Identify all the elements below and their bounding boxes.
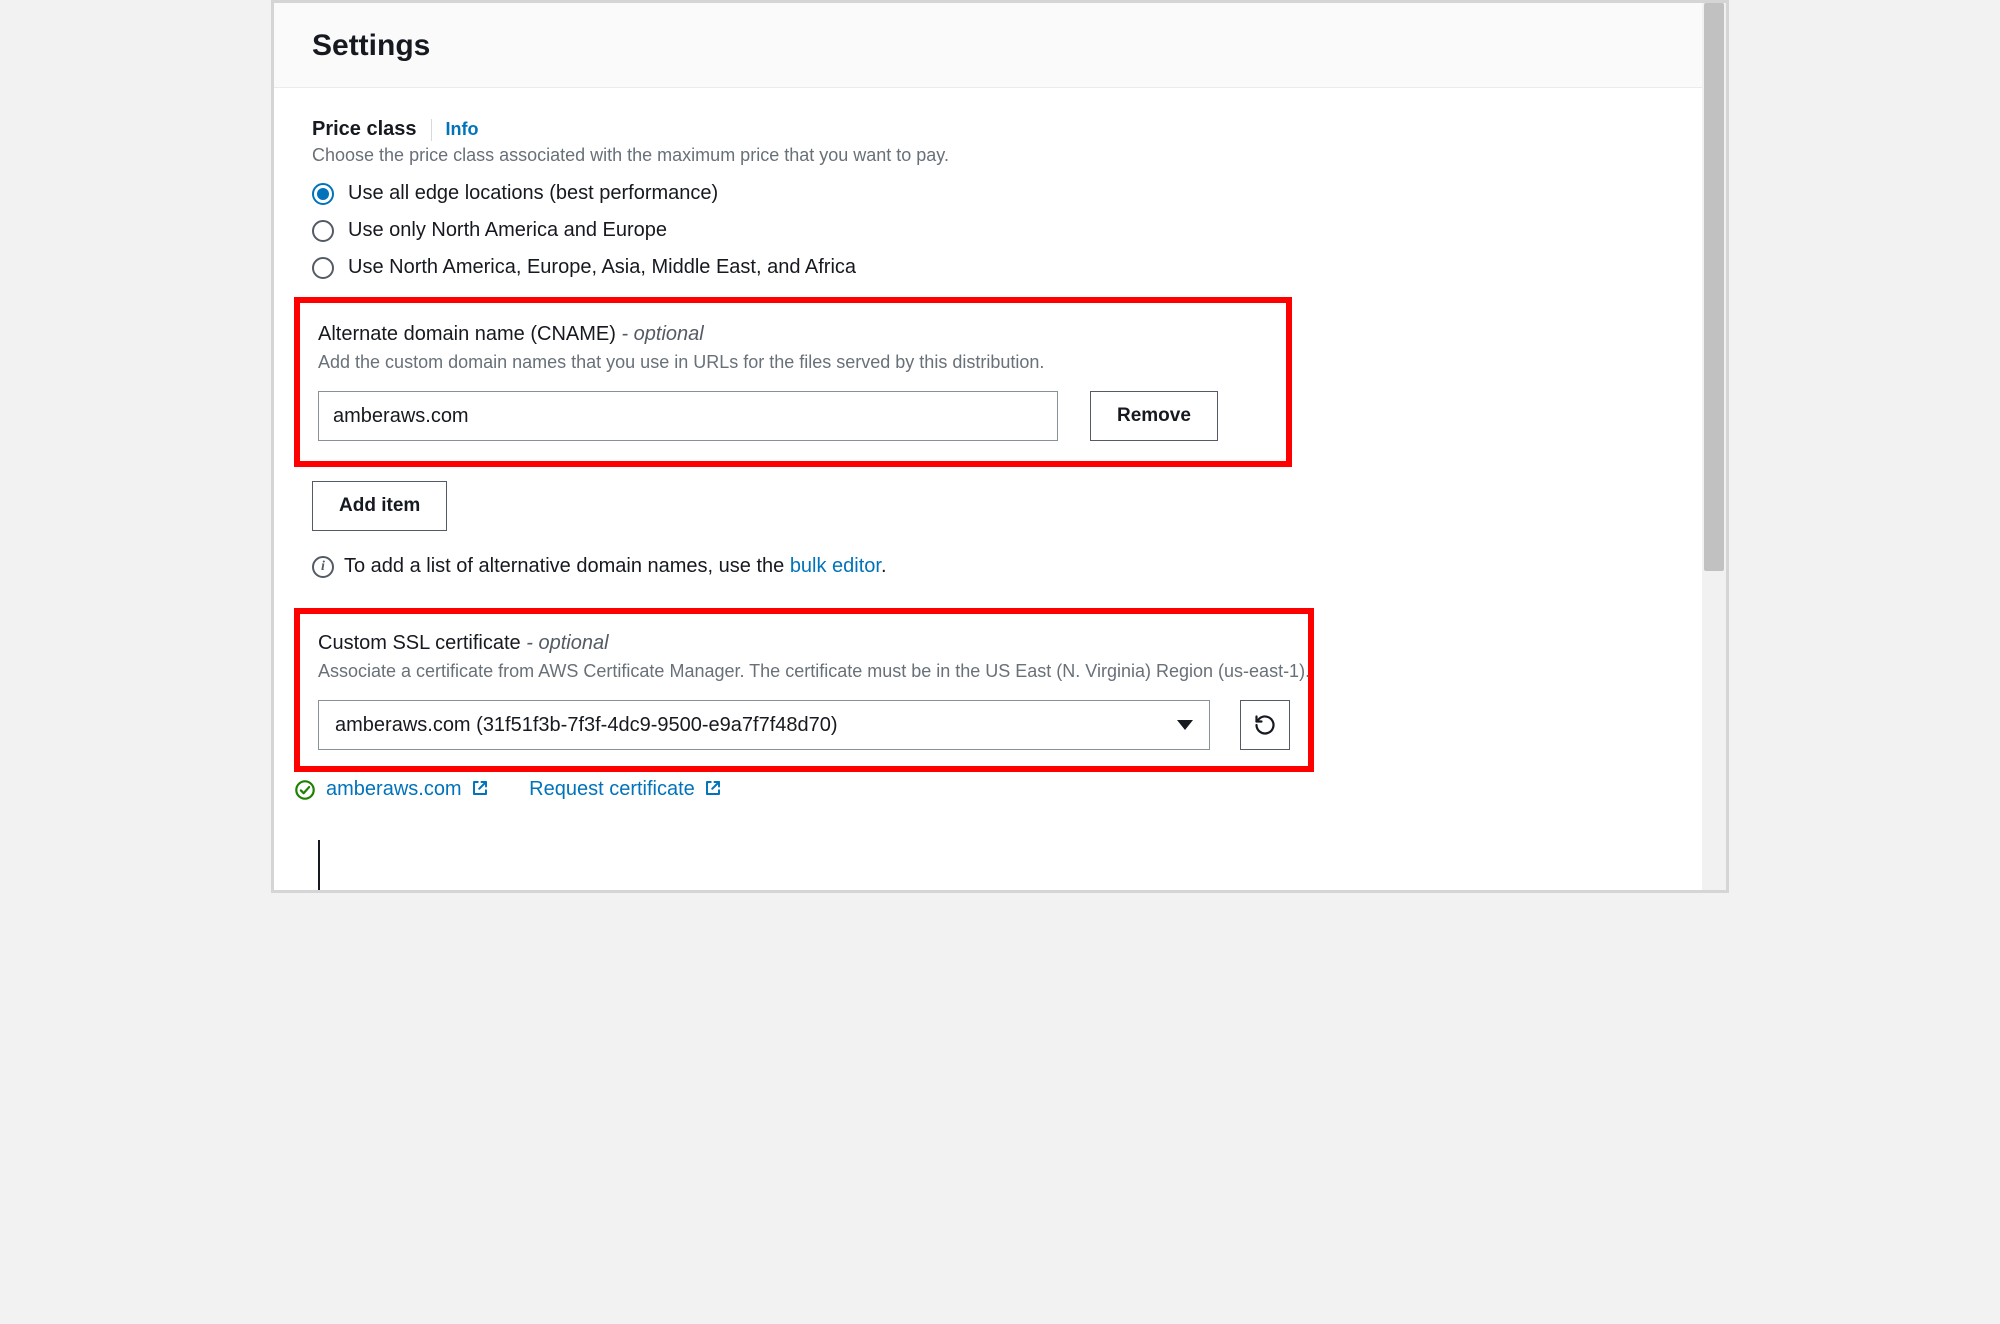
price-class-radio-group: Use all edge locations (best performance… bbox=[312, 182, 1664, 279]
external-link-icon bbox=[471, 779, 489, 797]
tip-suffix: . bbox=[881, 555, 887, 577]
cutoff-line bbox=[318, 840, 320, 890]
settings-content: Settings Price class Info Choose the pri… bbox=[274, 3, 1702, 890]
price-class-label-row: Price class Info bbox=[312, 118, 1664, 141]
certificate-domain-link[interactable]: amberaws.com bbox=[326, 778, 489, 801]
cname-heading: Alternate domain name (CNAME) - optional bbox=[318, 323, 1268, 346]
ssl-heading-text: Custom SSL certificate bbox=[318, 632, 526, 654]
external-link-icon bbox=[704, 779, 722, 797]
add-item-row: Add item bbox=[312, 481, 1664, 531]
tip-prefix: To add a list of alternative domain name… bbox=[344, 555, 790, 577]
radio-all-edge[interactable]: Use all edge locations (best performance… bbox=[312, 182, 1664, 205]
ssl-select-row: amberaws.com (31f51f3b-7f3f-4dc9-9500-e9… bbox=[318, 700, 1290, 750]
radio-icon bbox=[312, 220, 334, 242]
request-certificate-link[interactable]: Request certificate bbox=[529, 778, 722, 801]
tip-text: To add a list of alternative domain name… bbox=[344, 555, 887, 578]
ssl-certificate-select[interactable]: amberaws.com (31f51f3b-7f3f-4dc9-9500-e9… bbox=[318, 700, 1210, 750]
bulk-editor-link[interactable]: bulk editor bbox=[790, 555, 881, 577]
price-class-label: Price class bbox=[312, 118, 417, 141]
ssl-selected-value: amberaws.com (31f51f3b-7f3f-4dc9-9500-e9… bbox=[335, 714, 838, 737]
price-class-description: Choose the price class associated with t… bbox=[312, 145, 1664, 166]
divider bbox=[431, 119, 432, 141]
cname-input-row: Remove bbox=[318, 391, 1268, 441]
bulk-editor-tip: i To add a list of alternative domain na… bbox=[312, 555, 1664, 578]
scrollbar[interactable] bbox=[1702, 3, 1726, 890]
cname-optional: - optional bbox=[621, 323, 703, 345]
chevron-down-icon bbox=[1177, 720, 1193, 730]
cname-description: Add the custom domain names that you use… bbox=[318, 352, 1268, 373]
panel-body: Price class Info Choose the price class … bbox=[274, 88, 1702, 801]
cname-input[interactable] bbox=[318, 391, 1058, 441]
settings-panel-frame: Settings Price class Info Choose the pri… bbox=[271, 0, 1729, 893]
radio-na-eu-asia[interactable]: Use North America, Europe, Asia, Middle … bbox=[312, 256, 1664, 279]
ssl-optional: - optional bbox=[526, 632, 608, 654]
ssl-section: Custom SSL certificate - optional Associ… bbox=[294, 608, 1314, 801]
scrollbar-thumb[interactable] bbox=[1704, 3, 1724, 571]
ssl-description: Associate a certificate from AWS Certifi… bbox=[318, 661, 1290, 682]
request-certificate-text: Request certificate bbox=[529, 778, 695, 800]
ssl-heading: Custom SSL certificate - optional bbox=[318, 632, 1290, 655]
radio-icon bbox=[312, 257, 334, 279]
radio-na-eu-label: Use only North America and Europe bbox=[348, 219, 667, 242]
ssl-highlight-box: Custom SSL certificate - optional Associ… bbox=[294, 608, 1314, 772]
cname-heading-text: Alternate domain name (CNAME) bbox=[318, 323, 621, 345]
refresh-button[interactable] bbox=[1240, 700, 1290, 750]
radio-all-edge-label: Use all edge locations (best performance… bbox=[348, 182, 718, 205]
radio-na-eu-asia-label: Use North America, Europe, Asia, Middle … bbox=[348, 256, 856, 279]
radio-na-eu[interactable]: Use only North America and Europe bbox=[312, 219, 1664, 242]
success-check-icon bbox=[294, 779, 316, 801]
cname-highlight-box: Alternate domain name (CNAME) - optional… bbox=[294, 297, 1292, 467]
certificate-domain-text: amberaws.com bbox=[326, 778, 462, 800]
info-icon: i bbox=[312, 556, 334, 578]
price-class-info-link[interactable]: Info bbox=[446, 119, 479, 140]
add-item-button[interactable]: Add item bbox=[312, 481, 447, 531]
refresh-icon bbox=[1253, 713, 1277, 737]
certificate-status-row: amberaws.com Request certificate bbox=[294, 778, 1314, 801]
panel-header: Settings bbox=[274, 3, 1702, 88]
page-title: Settings bbox=[312, 29, 1664, 63]
radio-icon-selected bbox=[312, 183, 334, 205]
remove-button[interactable]: Remove bbox=[1090, 391, 1218, 441]
